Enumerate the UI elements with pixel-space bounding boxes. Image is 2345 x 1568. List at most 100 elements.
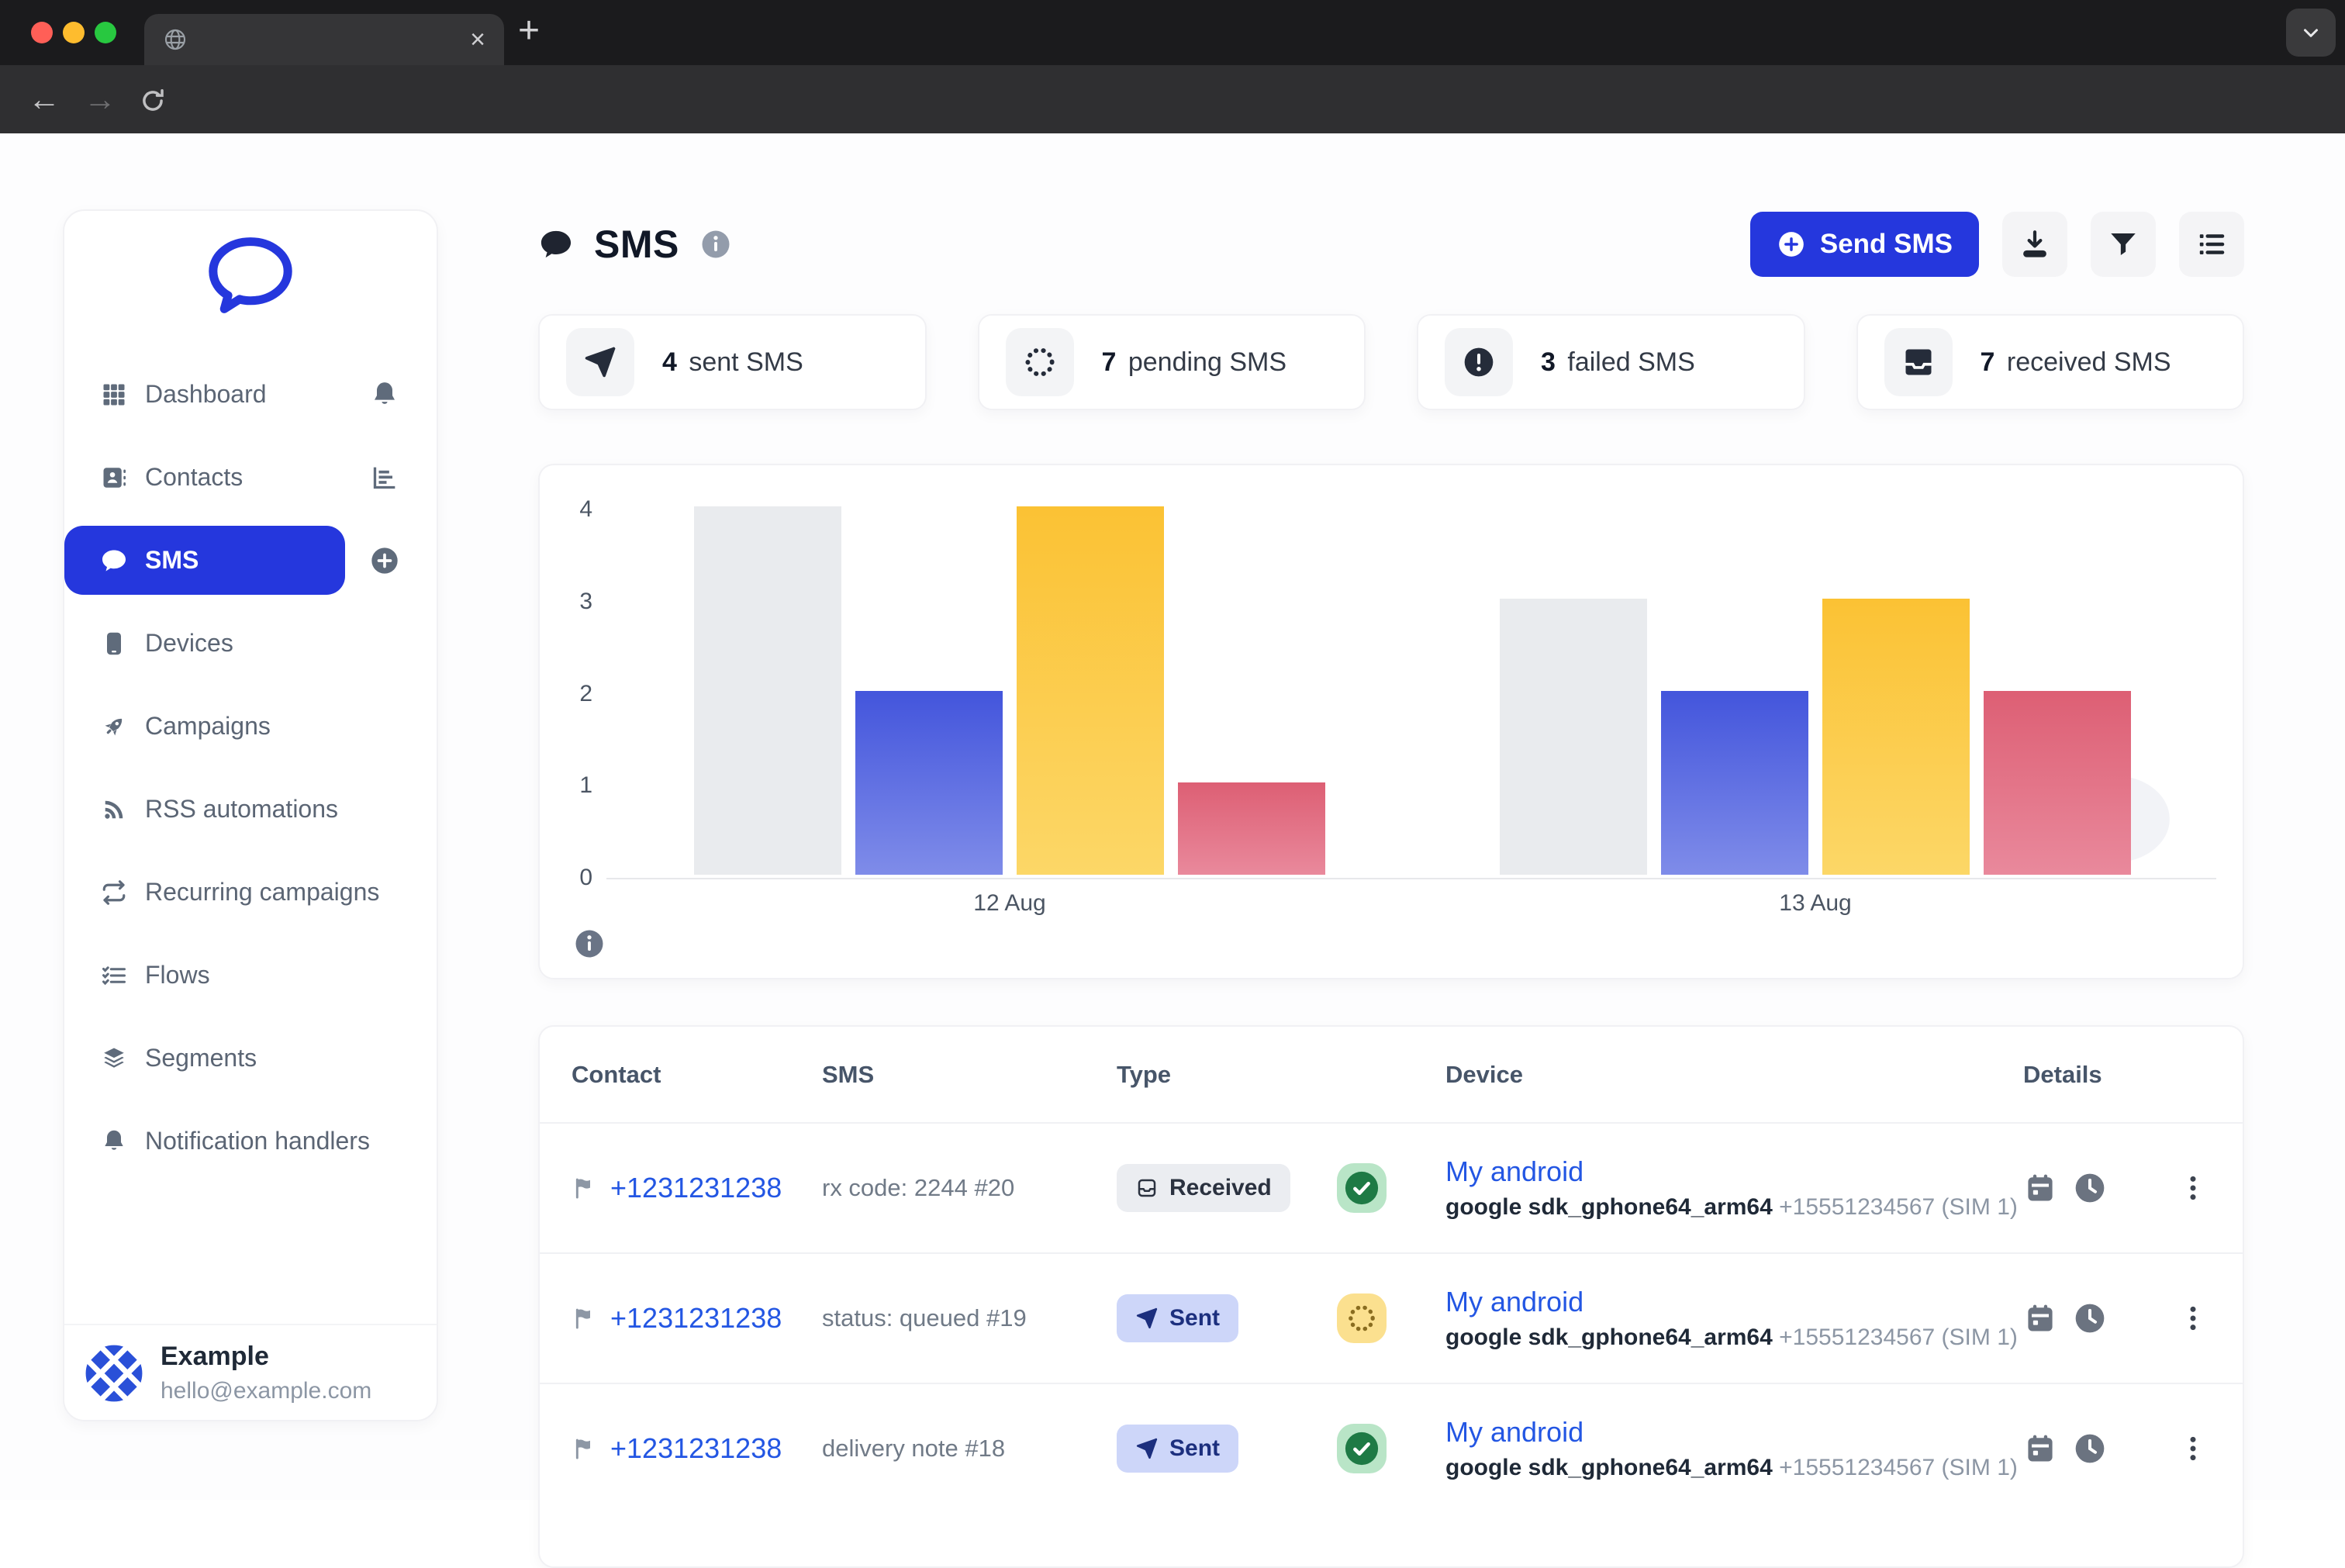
device-sub: google sdk_gphone64_arm64 +15551234567 (… [1445,1455,2023,1481]
user-email: hello@example.com [161,1378,371,1404]
app-content: DashboardContactsSMSDevicesCampaignsRSS … [0,133,2345,1500]
y-axis-tick: 0 [551,865,592,891]
plus-circle-icon[interactable] [369,545,400,576]
type-badge-received: Received [1117,1164,1290,1212]
contact-cell: +1231231238 [572,1172,822,1204]
contact-link[interactable]: +1231231238 [610,1302,782,1335]
sidebar-item-segments[interactable]: Segments [64,1017,437,1100]
stat-card-pending-sms: 7 pending SMS [978,314,1366,410]
bar-pending-12-aug[interactable] [1017,506,1164,875]
row-menu-icon[interactable] [2178,1433,2209,1464]
stat-value: 4 [662,347,677,377]
device-cell: My android google sdk_gphone64_arm64 +155… [1445,1416,2023,1481]
browser-titlebar: × + [0,0,2345,65]
type-badge-label: Sent [1169,1435,1220,1462]
avatar [85,1344,143,1403]
close-tab-icon[interactable]: × [470,26,485,53]
type-badge-label: Received [1169,1175,1272,1201]
sidebar-item-label: Recurring campaigns [145,878,379,907]
export-button[interactable] [2002,212,2067,277]
table-row: +1231231238status: queued #19SentMy andr… [540,1252,2243,1383]
sidebar: Dashboard Contacts SMSDevices Campaigns RSS … [63,209,438,1421]
device-link[interactable]: My android [1445,1286,2023,1318]
sidebar-item-sms[interactable]: SMS [64,519,437,602]
stat-icon-box [566,328,634,396]
zoom-window-icon[interactable] [95,22,116,43]
device-model: google sdk_gphone64_arm64 [1445,1455,1773,1480]
y-axis-tick: 4 [551,496,592,523]
contact-link[interactable]: +1231231238 [610,1432,782,1465]
sidebar-item-devices[interactable]: Devices [64,602,437,685]
flag-icon[interactable] [572,1436,596,1461]
app-logo-icon [203,234,298,316]
sidebar-item-flows[interactable]: Flows [64,934,437,1017]
sidebar-item-recurring-campaigns[interactable]: Recurring campaigns [64,851,437,934]
device-number: +15551234567 (SIM 1) [1779,1194,2018,1220]
contact-cell: +1231231238 [572,1432,822,1465]
sidebar-item-campaigns[interactable]: Campaigns [64,685,437,768]
sidebar-item-label: Dashboard [145,380,267,409]
sidebar-item-label: Campaigns [145,712,271,741]
calendar-icon[interactable] [2023,1301,2057,1335]
sidebar-item-rss-automations[interactable]: RSS automations [64,768,437,851]
new-tab-button[interactable]: + [518,12,540,50]
tab-overview-button[interactable] [2286,9,2336,57]
sidebar-item-notification-handlers[interactable]: Notification handlers [64,1100,437,1183]
back-button[interactable]: ← [28,82,60,116]
filter-button[interactable] [2091,212,2156,277]
calendar-icon[interactable] [2023,1432,2057,1466]
minimize-window-icon[interactable] [63,22,85,43]
clock-icon[interactable] [2073,1171,2107,1205]
clock-icon[interactable] [2073,1301,2107,1335]
download-icon [2019,228,2051,261]
bar-received-12-aug[interactable] [694,506,841,875]
type-cell: Received [1117,1163,1445,1213]
send-sms-button[interactable]: Send SMS [1750,212,1979,277]
contact-link[interactable]: +1231231238 [610,1172,782,1204]
forward-button[interactable]: → [84,82,116,116]
sidebar-item-contacts[interactable]: Contacts [64,436,437,519]
type-cell: Sent [1117,1424,1445,1473]
browser-tab[interactable]: × [144,14,504,65]
account-menu[interactable]: Example hello@example.com [85,1342,371,1404]
flag-icon[interactable] [572,1176,596,1200]
column-header-type: Type [1117,1061,1445,1089]
layers-icon [100,1045,128,1072]
chart-info-icon[interactable] [573,927,606,960]
device-sub: google sdk_gphone64_arm64 +15551234567 (… [1445,1325,2023,1351]
stat-text: 3 failed SMS [1541,347,1695,378]
bar-received-13-aug[interactable] [1500,599,1647,875]
chat-bubble-icon [100,547,128,575]
clock-icon[interactable] [2073,1432,2107,1466]
list-view-button[interactable] [2179,212,2244,277]
info-icon[interactable] [699,228,732,261]
device-link[interactable]: My android [1445,1155,2023,1188]
sidebar-divider [64,1324,437,1325]
close-window-icon[interactable] [31,22,53,43]
sidebar-item-label: Contacts [145,463,243,492]
bar-failed-13-aug[interactable] [1984,691,2131,876]
device-link[interactable]: My android [1445,1416,2023,1449]
bell-icon[interactable] [369,379,400,410]
flag-icon[interactable] [572,1306,596,1331]
bar-chart-icon[interactable] [369,462,400,493]
calendar-icon[interactable] [2023,1171,2057,1205]
sidebar-item-dashboard[interactable]: Dashboard [64,353,437,436]
page-title: SMS [594,222,679,267]
row-menu-icon[interactable] [2178,1173,2209,1204]
bar-sent-13-aug[interactable] [1661,691,1808,876]
device-cell: My androidgoogle sdk_gphone64_arm64 +155… [1445,1155,2023,1221]
stat-card-sent-sms: 4 sent SMS [538,314,927,410]
bar-sent-12-aug[interactable] [855,691,1003,876]
bar-pending-13-aug[interactable] [1822,599,1970,875]
table-row: +1231231238delivery note #18SentMy andro… [540,1383,2243,1513]
x-axis-label: 12 Aug [893,890,1126,917]
send-plane-icon [583,345,617,379]
bell-icon [100,1128,128,1155]
browser-navbar: ← → ☆ [0,65,2345,133]
row-menu-icon[interactable] [2178,1303,2209,1334]
column-header-sms: SMS [822,1061,1117,1089]
bar-failed-12-aug[interactable] [1178,782,1325,875]
type-cell: Sent [1117,1293,1445,1343]
reload-button[interactable] [138,86,168,116]
